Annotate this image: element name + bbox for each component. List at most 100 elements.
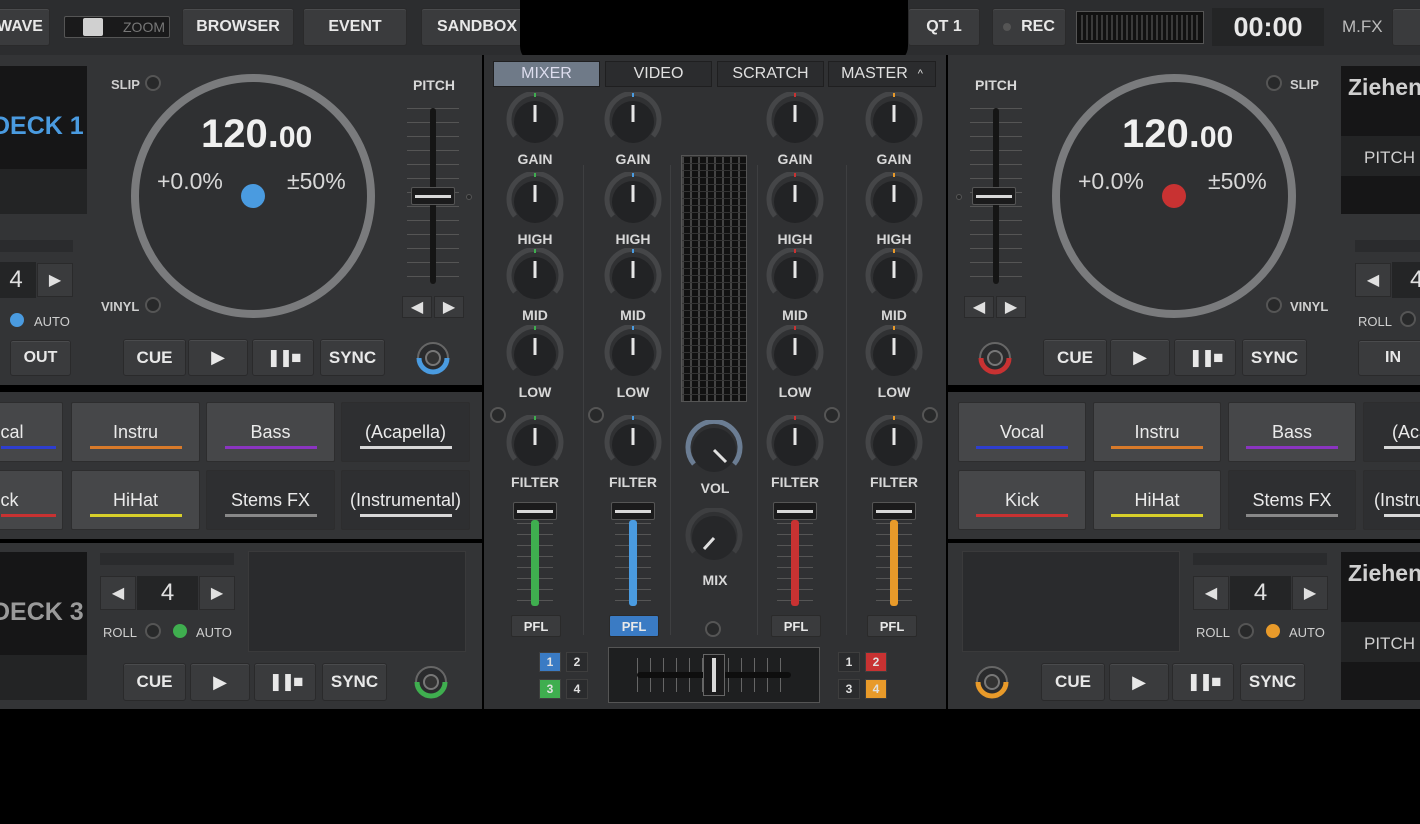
ch1-filter-knob[interactable] [505,413,565,475]
ch2-mid-knob[interactable] [603,246,663,308]
left-pad-hihat[interactable]: HiHat [71,470,200,530]
ch3-mid-knob[interactable] [765,246,825,308]
crossfader-handle[interactable] [703,654,725,696]
ch2-high-knob[interactable] [603,170,663,232]
ch1-volume-fader-handle[interactable] [513,502,557,520]
ch4-filter-knob[interactable] [864,413,924,475]
ch4-volume-fader-level[interactable] [890,520,898,606]
deck1-sync-button[interactable]: SYNC [320,339,385,376]
right-pad-instru[interactable]: Instru [1093,402,1221,462]
ch3-high-knob[interactable] [765,170,825,232]
right-pad-vocal[interactable]: Vocal [958,402,1086,462]
zoom-slider-handle[interactable] [83,18,103,36]
deck1-auto-led[interactable] [10,313,24,327]
ch4-gain-knob[interactable] [864,90,924,152]
deck4-loop-prev-button[interactable]: ◀ [1193,576,1229,610]
deck2-loop-prev-button[interactable]: ◀ [1355,263,1391,297]
left-deck-select-1[interactable]: 1 [539,652,561,672]
right-pad-stems-fx[interactable]: Stems FX [1228,470,1356,530]
event-button[interactable]: EVENT [303,8,407,46]
deck4-pause-stop-button[interactable]: ❚❚■ [1172,663,1234,701]
tab-master[interactable]: MASTER ^ [828,61,936,87]
ch3-pfl-button[interactable]: PFL [771,615,821,637]
tab-mixer[interactable]: MIXER [493,61,600,87]
ch4-low-knob[interactable] [864,323,924,385]
ch1-mid-knob[interactable] [505,246,565,308]
deck1-play-button[interactable]: ▶ [188,339,248,376]
right-pad-kick[interactable]: Kick [958,470,1086,530]
deck4-sync-indicator-icon[interactable] [975,665,1009,704]
ch1-gain-knob[interactable] [505,90,565,152]
deck1-pitch-up-button[interactable]: ▶ [434,296,464,318]
deck3-cue-button[interactable]: CUE [123,663,186,701]
master-volume-knob[interactable] [684,418,744,480]
deck3-sync-indicator-icon[interactable] [414,665,448,704]
deck1-jogwheel[interactable]: 120.00 +0.0% ±50% [129,72,377,320]
ch3-filter-toggle[interactable] [824,407,840,423]
left-pad-vocal[interactable]: Vocal [0,402,63,462]
mix-knob[interactable] [684,506,744,568]
deck1-loop-next-button[interactable]: ▶ [37,263,73,297]
right-deck-select-3[interactable]: 3 [838,679,860,699]
ch2-filter-toggle[interactable] [588,407,604,423]
left-deck-select-3[interactable]: 3 [539,679,561,699]
ch3-volume-fader-level[interactable] [791,520,799,606]
deck2-jogwheel[interactable]: 120.00 +0.0% ±50% [1050,72,1298,320]
sandbox-button[interactable]: SANDBOX [421,8,533,46]
ch2-volume-fader-handle[interactable] [611,502,655,520]
deck2-pause-stop-button[interactable]: ❚❚■ [1174,339,1236,376]
deck2-pitch-down-button[interactable]: ◀ [964,296,994,318]
deck2-in-button[interactable]: IN [1358,340,1420,376]
deck1-pitch-down-button[interactable]: ◀ [402,296,432,318]
left-pad-kick[interactable]: Kick [0,470,63,530]
wave-button[interactable]: WAVE [0,8,50,46]
deck2-cue-button[interactable]: CUE [1043,339,1107,376]
rec-button[interactable]: REC [992,8,1066,46]
deck2-slip-toggle[interactable] [1266,75,1282,91]
ch3-filter-knob[interactable] [765,413,825,475]
deck2-pitch-up-button[interactable]: ▶ [996,296,1026,318]
deck3-auto-led[interactable] [173,624,187,638]
master-fx-label[interactable]: M.FX [1342,17,1383,37]
ch3-volume-fader-handle[interactable] [773,502,817,520]
deck1-sync-indicator-icon[interactable] [416,341,450,380]
right-pad-acapella[interactable]: (Acapella) [1363,402,1420,462]
deck1-cue-button[interactable]: CUE [123,339,186,376]
deck4-loop-next-button[interactable]: ▶ [1292,576,1328,610]
deck3-roll-toggle[interactable] [145,623,161,639]
deck4-sync-button[interactable]: SYNC [1240,663,1305,701]
ch1-high-knob[interactable] [505,170,565,232]
right-deck-select-4[interactable]: 4 [865,679,887,699]
browser-button[interactable]: BROWSER [182,8,294,46]
tab-video[interactable]: VIDEO [605,61,712,87]
ch3-low-knob[interactable] [765,323,825,385]
right-pad-hihat[interactable]: HiHat [1093,470,1221,530]
top-right-button[interactable] [1392,8,1420,46]
left-pad-instrumental[interactable]: (Instrumental) [341,470,470,530]
deck4-play-button[interactable]: ▶ [1109,663,1169,701]
master-pfl-toggle[interactable] [705,621,721,637]
ch1-filter-toggle[interactable] [490,407,506,423]
ch4-volume-fader-handle[interactable] [872,502,916,520]
deck3-sync-button[interactable]: SYNC [322,663,387,701]
ch2-pfl-button[interactable]: PFL [609,615,659,637]
ch3-gain-knob[interactable] [765,90,825,152]
deck3-play-button[interactable]: ▶ [190,663,250,701]
left-deck-select-2[interactable]: 2 [566,652,588,672]
deck1-out-button[interactable]: OUT [10,340,71,376]
ch1-volume-fader-level[interactable] [531,520,539,606]
crossfader[interactable] [608,647,820,703]
left-pad-instru[interactable]: Instru [71,402,200,462]
deck4-cue-button[interactable]: CUE [1041,663,1105,701]
deck1-pitch-fader-handle[interactable] [411,187,455,205]
ch4-mid-knob[interactable] [864,246,924,308]
ch2-volume-fader-level[interactable] [629,520,637,606]
ch1-low-knob[interactable] [505,323,565,385]
left-pad-bass[interactable]: Bass [206,402,335,462]
deck4-roll-toggle[interactable] [1238,623,1254,639]
deck2-pitch-fader-handle[interactable] [972,187,1016,205]
ch2-filter-knob[interactable] [603,413,663,475]
left-deck-select-4[interactable]: 4 [566,679,588,699]
deck2-vinyl-toggle[interactable] [1266,297,1282,313]
right-deck-select-2[interactable]: 2 [865,652,887,672]
